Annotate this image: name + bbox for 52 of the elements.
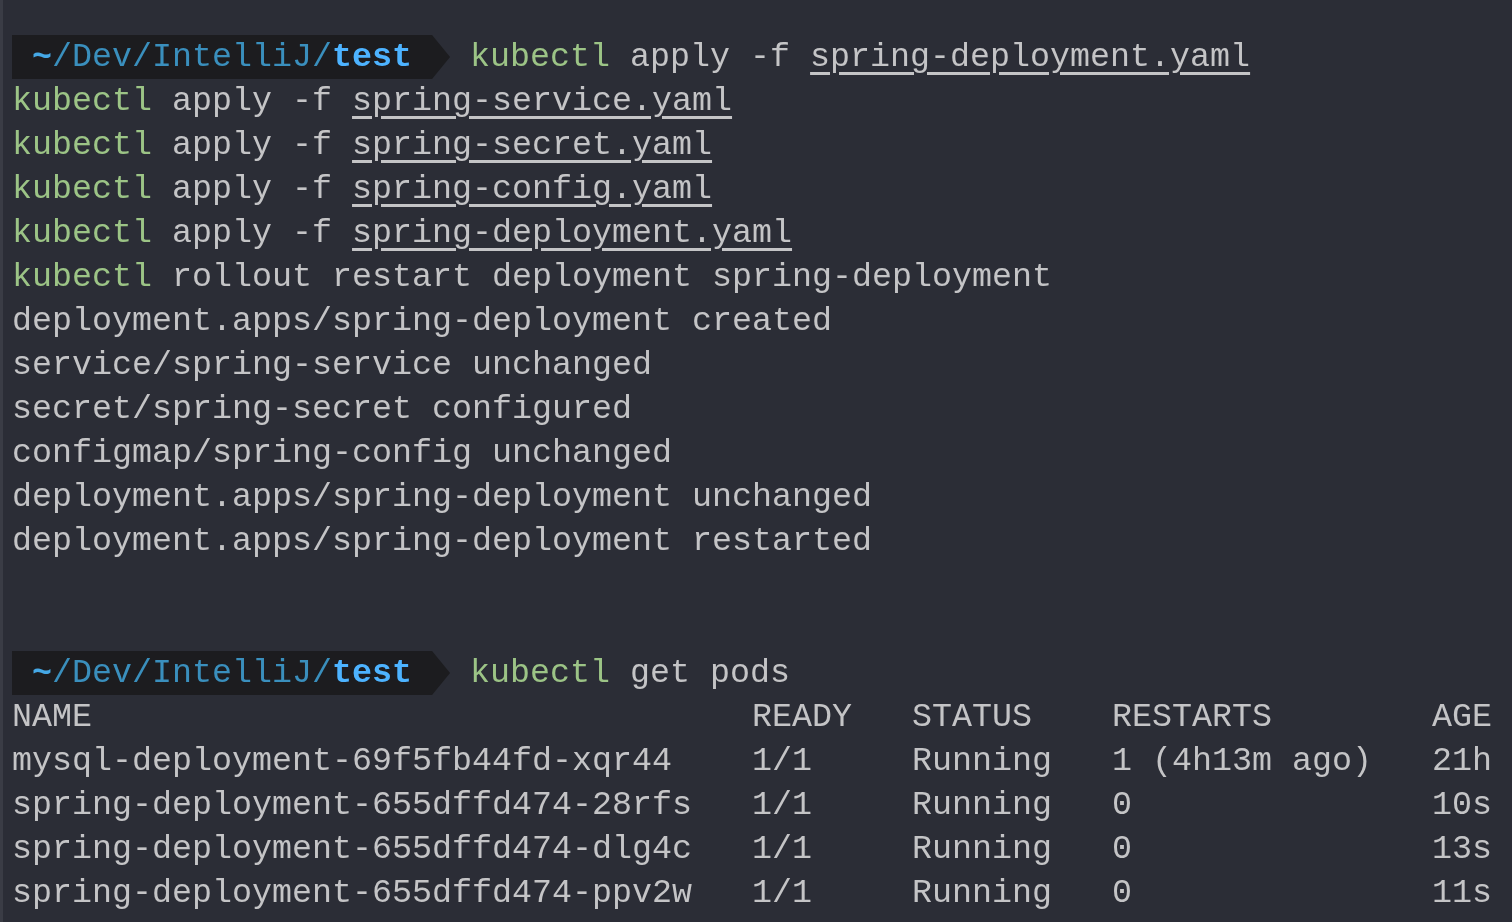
table-cell-text: 1/1 (752, 829, 813, 870)
command-name: kubectl (12, 169, 152, 210)
output-line: deployment.apps/spring-deployment created (12, 301, 832, 342)
table-cell-text: 1 (4h13m ago) (1112, 741, 1373, 782)
command-arguments: apply -f (630, 37, 791, 78)
command-name: kubectl (12, 125, 152, 166)
file-link[interactable]: spring-config.yaml (352, 167, 713, 211)
table-cell-text: 0 (1112, 873, 1133, 914)
table-cell-text: 13s (1432, 829, 1493, 870)
table-cell-text: Running (912, 785, 1053, 826)
table-cell-text: spring-deployment-655dffd474-ppv2w (12, 873, 693, 914)
file-link[interactable]: spring-service.yaml (352, 79, 733, 123)
command-name: kubectl (12, 257, 152, 298)
command-arguments: get pods (630, 653, 791, 694)
command-name: kubectl (12, 81, 152, 122)
table-cell-text: 1/1 (752, 873, 813, 914)
table-cell-text: 10s (1432, 785, 1493, 826)
table-cell-text: Running (912, 829, 1053, 870)
table-cell-text: mysql-deployment-69f5fb44fd-xqr44 (12, 741, 673, 782)
prompt-path: ~/Dev/IntelliJ/test (12, 35, 451, 79)
file-link[interactable]: spring-deployment.yaml (352, 211, 793, 255)
table-cell-text: 0 (1112, 785, 1133, 826)
prompt-path: ~/Dev/IntelliJ/test (12, 651, 451, 695)
command-arguments: rollout restart deployment spring-deployment (172, 257, 1053, 298)
table-cell-text: spring-deployment-655dffd474-28rfs (12, 785, 693, 826)
column-header: NAME (12, 697, 93, 738)
command-arguments: apply -f (172, 81, 333, 122)
file-link[interactable]: spring-deployment.yaml (810, 35, 1251, 79)
command-name: kubectl (470, 653, 611, 694)
command-name: kubectl (12, 213, 152, 254)
command-arguments: apply -f (172, 213, 333, 254)
output-line: configmap/spring-config unchanged (12, 433, 672, 474)
output-line: service/spring-service unchanged (12, 345, 652, 386)
table-cell-text: 0 (1112, 829, 1133, 870)
command-name: kubectl (470, 37, 611, 78)
table-cell-text: Running (912, 873, 1053, 914)
column-header: STATUS (912, 697, 1033, 738)
table-cell-text: 1/1 (752, 785, 813, 826)
file-link[interactable]: spring-secret.yaml (352, 123, 713, 167)
command-arguments: apply -f (172, 169, 333, 210)
table-cell-text: Running (912, 741, 1053, 782)
table-cell-text: spring-deployment-655dffd474-dlg4c (12, 829, 693, 870)
column-header: AGE (1432, 697, 1493, 738)
table-cell-text: 21h (1432, 741, 1493, 782)
output-line: deployment.apps/spring-deployment unchanged (12, 477, 872, 518)
output-line: deployment.apps/spring-deployment restarted (12, 521, 872, 562)
command-arguments: apply -f (172, 125, 333, 166)
table-cell-text: 11s (1432, 873, 1493, 914)
output-line: secret/spring-secret configured (12, 389, 632, 430)
table-cell-text: 1/1 (752, 741, 813, 782)
column-header: READY (752, 697, 853, 738)
column-header: RESTARTS (1112, 697, 1273, 738)
